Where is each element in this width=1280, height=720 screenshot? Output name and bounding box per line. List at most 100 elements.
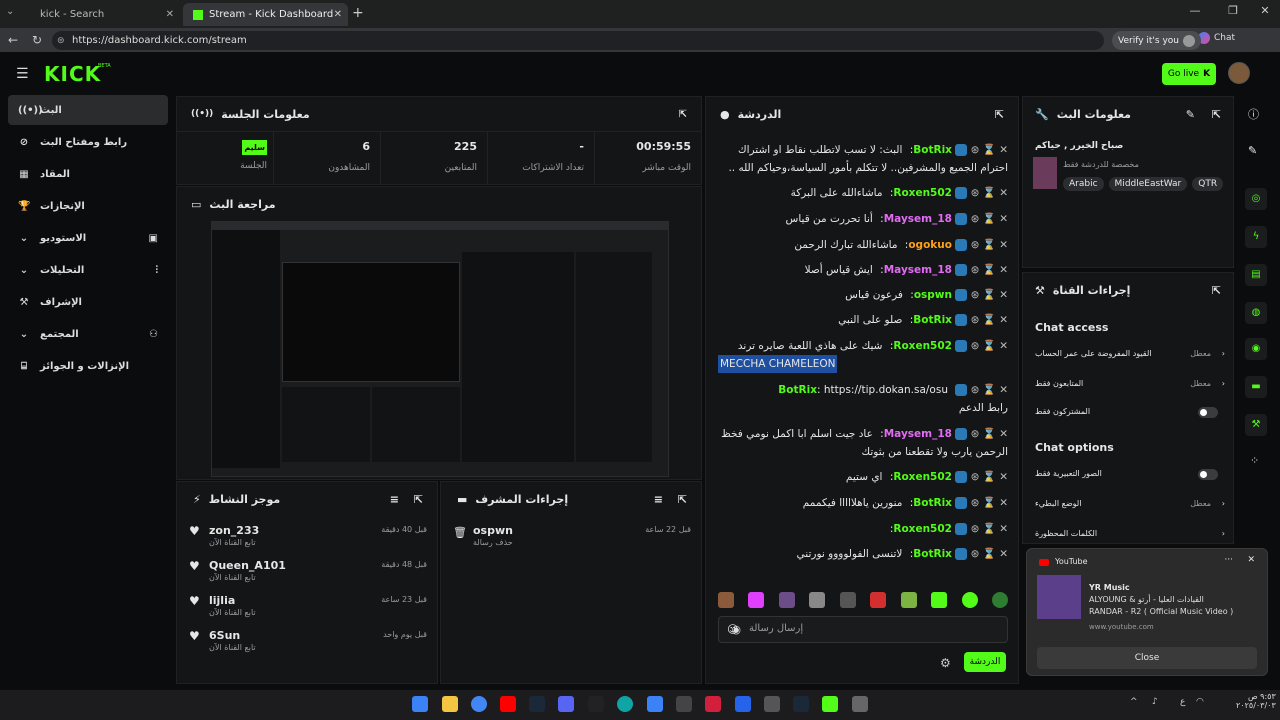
obs-icon[interactable] <box>764 696 780 712</box>
sidebar-item-stream-key[interactable]: ⊘ رابط ومفتاح البث <box>8 127 168 157</box>
user-avatar[interactable] <box>1228 62 1250 84</box>
kick-logo[interactable]: KICK <box>44 62 101 86</box>
chat-username[interactable]: Roxen502 <box>893 187 952 199</box>
kick-app-icon[interactable] <box>822 696 838 712</box>
tag[interactable]: Arabic <box>1063 177 1104 191</box>
window-close-icon[interactable]: ✕ <box>1250 4 1280 17</box>
chat-message[interactable]: ✕ ⌛ ⊛ ospwn: فرعون قياس <box>718 286 1008 304</box>
chat-message[interactable]: ✕ ⌛ ⊛ Maysem_18: ايش قياس أصلا <box>718 261 1008 279</box>
emote-icon[interactable] <box>839 592 856 608</box>
chat-message[interactable]: ✕ ⌛ ⊛ BotRix: البث: لا تسب لاتطلب نقاط ا… <box>718 141 1008 177</box>
chat-username[interactable]: Roxen502 <box>893 340 952 352</box>
chat-message[interactable]: ✕ ⌛ ⊛ Roxen502: اي ستيم <box>718 468 1008 486</box>
steam2-icon[interactable] <box>793 696 809 712</box>
chat-message[interactable]: ✕ ⌛ ⊛ Roxen502: شيك على هاذي اللعبة صاير… <box>718 337 1008 373</box>
access-account-age[interactable]: القيود المفروضة على عمر الحساب معطل › <box>1035 349 1225 358</box>
reload-icon[interactable]: ↻ <box>32 33 42 47</box>
mod-controls-icon[interactable]: ✕ ⌛ ⊛ <box>967 239 1008 251</box>
cod-icon[interactable] <box>588 696 604 712</box>
chat-username[interactable]: BotRix <box>913 548 952 560</box>
mod-controls-icon[interactable]: ✕ ⌛ ⊛ <box>967 289 1008 301</box>
sidebar-item-stream[interactable]: ((•)) البث <box>8 95 168 125</box>
verify-button[interactable]: Verify it's you <box>1112 31 1201 50</box>
tray-chevron-icon[interactable]: ^ <box>1130 697 1138 707</box>
sidebar-item-achievements[interactable]: 🏆 الإنجازات <box>8 191 168 221</box>
edit-icon[interactable]: ✎ <box>1186 108 1195 121</box>
chat-button[interactable]: Chat <box>1198 32 1235 44</box>
settings-app-icon[interactable] <box>852 696 868 712</box>
mic-icon[interactable]: ♪ <box>1152 697 1158 707</box>
mod-controls-icon[interactable]: ✕ ⌛ ⊛ <box>967 384 1008 396</box>
mod-controls-icon[interactable]: ✕ ⌛ ⊛ <box>967 144 1008 156</box>
discord-icon[interactable] <box>558 696 574 712</box>
chat-message[interactable]: ✕ ⌛ ⊛ Maysem_18: عاد جيت اسلم ابا اكمل ن… <box>718 425 1008 461</box>
emote-icon[interactable] <box>991 592 1008 608</box>
mod-controls-icon[interactable]: ✕ ⌛ ⊛ <box>967 340 1008 352</box>
popout-icon[interactable]: ⇱ <box>1212 284 1221 297</box>
popout-icon[interactable]: ⇱ <box>1212 108 1221 121</box>
chat-username[interactable]: Roxen502 <box>893 523 952 535</box>
chat-username[interactable]: Maysem_18 <box>884 264 952 276</box>
app-f-icon[interactable] <box>647 696 663 712</box>
mod-controls-icon[interactable]: ✕ ⌛ ⊛ <box>967 213 1008 225</box>
rail-shapes-icon[interactable]: ⁘ <box>1250 454 1259 467</box>
maximize-icon[interactable]: ❐ <box>1218 4 1248 17</box>
notification-close-button[interactable]: Close <box>1037 647 1257 669</box>
chat-username[interactable]: BotRix <box>778 384 817 396</box>
chat-message[interactable]: ✕ ⌛ ⊛ ogokuo: ماشاءالله تبارك الرحمن <box>718 236 1008 254</box>
filter-icon[interactable]: ≡ <box>390 493 399 506</box>
network-icon[interactable]: ◠ <box>1196 697 1204 707</box>
stream-preview-video[interactable] <box>211 221 669 477</box>
tab-menu-icon[interactable]: ⌄ <box>6 6 14 17</box>
mod-controls-icon[interactable]: ✕ ⌛ ⊛ <box>967 428 1008 440</box>
app-a-icon[interactable] <box>705 696 721 712</box>
chat-input[interactable]: ☺ إرسال رسالة ◉ <box>718 616 1008 643</box>
filter-icon[interactable]: ≡ <box>654 493 663 506</box>
mod-controls-icon[interactable]: ✕ ⌛ ⊛ <box>967 497 1008 509</box>
emote-icon[interactable] <box>748 592 765 608</box>
rail-wrench-icon[interactable]: ⚒ <box>1245 414 1267 436</box>
popout-icon[interactable]: ⇱ <box>995 108 1004 121</box>
emote-icon[interactable] <box>900 592 917 608</box>
mod-controls-icon[interactable]: ✕ ⌛ ⊛ <box>967 314 1008 326</box>
chat-message[interactable]: ✕ ⌛ ⊛ Roxen502: <box>718 520 1008 538</box>
go-live-button[interactable]: Go live K <box>1162 63 1216 85</box>
access-followers-only[interactable]: المتابعون فقط معطل › <box>1035 379 1225 388</box>
emote-icon[interactable] <box>809 592 826 608</box>
close-icon[interactable]: ✕ <box>166 9 174 20</box>
mod-controls-icon[interactable]: ✕ ⌛ ⊛ <box>967 548 1008 560</box>
site-info-icon[interactable]: ⊜ <box>57 36 65 46</box>
popout-icon[interactable]: ⇱ <box>679 109 687 120</box>
rail-live-icon[interactable]: ◉ <box>1245 338 1267 360</box>
chat-message[interactable]: ✕ ⌛ ⊛ BotRix: لاتنسى الفولوووو نورتني <box>718 545 1008 563</box>
option-banned-words[interactable]: الكلمات المحظورة › <box>1035 529 1225 538</box>
minimize-icon[interactable]: — <box>1180 4 1210 17</box>
mod-controls-icon[interactable]: ✕ ⌛ ⊛ <box>967 187 1008 199</box>
emotes-only-toggle[interactable] <box>1198 469 1218 480</box>
chat-username[interactable]: BotRix <box>913 314 952 326</box>
tab-search[interactable]: kick - Search ✕ <box>30 3 180 26</box>
sidebar-item-community[interactable]: ⌄ المجتمع ⚇ <box>8 319 168 349</box>
rail-target-icon[interactable]: ◎ <box>1245 188 1267 210</box>
shield-icon[interactable] <box>735 696 751 712</box>
close-icon[interactable]: ✕ <box>1247 555 1255 565</box>
sidebar-item-analytics[interactable]: ⌄ التحليلات ⫶ <box>8 255 168 285</box>
chat-message[interactable]: ✕ ⌛ ⊛ BotRix: https://tip.dokan.sa/osu را… <box>718 381 1008 417</box>
sidebar-item-studio[interactable]: ⌄ الاستوديو ▣ <box>8 223 168 253</box>
sidebar-item-moderation[interactable]: ⚒ الإشراف <box>8 287 168 317</box>
chat-message[interactable]: ✕ ⌛ ⊛ Roxen502: ماشاءالله على البركة <box>718 184 1008 202</box>
chat-settings-icon[interactable]: ⚙ <box>940 656 951 670</box>
clock[interactable]: ٩:٥٣ ص ٢٠٢٥/٠٣/٠٣ <box>1236 692 1276 710</box>
file-explorer-icon[interactable] <box>442 696 458 712</box>
mod-controls-icon[interactable]: ✕ ⌛ ⊛ <box>967 264 1008 276</box>
windows-start-icon[interactable] <box>412 696 428 712</box>
emote-icon[interactable] <box>718 592 734 608</box>
rail-chat-icon[interactable]: ◍ <box>1245 302 1267 324</box>
pen-icon[interactable]: ✎ <box>1248 144 1257 157</box>
chat-username[interactable]: ospwn <box>914 289 952 301</box>
sidebar-item-vods[interactable]: ▦ المقاد <box>8 159 168 189</box>
url-input[interactable]: ⊜ https://dashboard.kick.com/stream <box>52 31 1104 50</box>
language-indicator[interactable]: ع <box>1180 697 1185 707</box>
emote-icon[interactable] <box>870 592 887 608</box>
sidebar-item-drops[interactable]: ⌸ الإنزالات و الجوائز <box>8 351 168 381</box>
